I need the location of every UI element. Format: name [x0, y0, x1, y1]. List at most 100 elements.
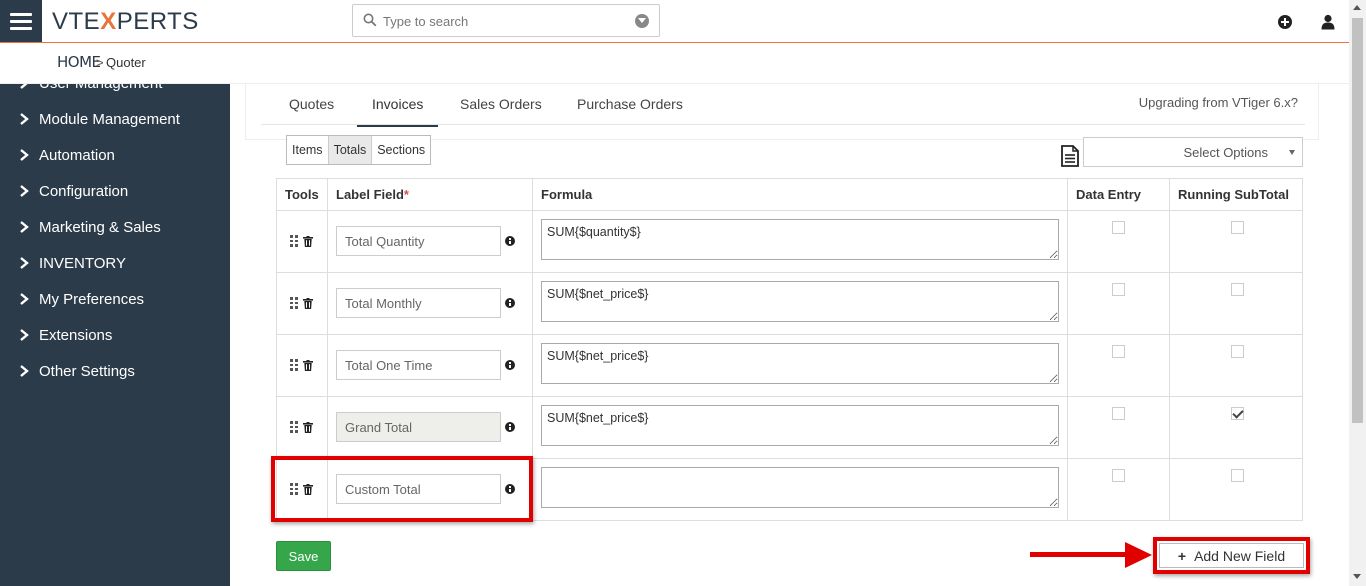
- search-dropdown-icon[interactable]: [635, 14, 649, 28]
- chevron-right-icon: [20, 329, 29, 341]
- formula-cell: SUM{$net_price$}: [532, 334, 1068, 397]
- sidebar-item-my-preferences[interactable]: My Preferences: [0, 282, 230, 318]
- data-entry-cell: [1067, 458, 1170, 521]
- search-box[interactable]: [352, 4, 660, 37]
- drag-handle-icon[interactable]: [290, 297, 298, 309]
- totals-table: Tools Label Field* Formula Data Entry Ru…: [276, 178, 1303, 521]
- trash-icon[interactable]: [303, 359, 313, 371]
- formula-cell: SUM{$net_price$}: [532, 272, 1068, 335]
- add-new-field-button[interactable]: + Add New Field: [1159, 543, 1304, 568]
- scroll-up-icon[interactable]: [1353, 5, 1361, 10]
- sidebar-item-extensions[interactable]: Extensions: [0, 318, 230, 354]
- sidebar-item-inventory[interactable]: INVENTORY: [0, 246, 230, 282]
- sidebar-item-other-settings[interactable]: Other Settings: [0, 354, 230, 390]
- tools-cell: [276, 334, 328, 397]
- highlight-add-field-box: + Add New Field: [1153, 537, 1310, 574]
- running-subtotal-cell: [1169, 210, 1303, 273]
- label-field-input[interactable]: [336, 350, 501, 380]
- save-button[interactable]: Save: [276, 541, 331, 571]
- label-field-input[interactable]: [336, 474, 501, 504]
- sidebar-item-label: Automation: [39, 147, 115, 164]
- label-cell: [327, 458, 533, 521]
- info-icon[interactable]: [505, 422, 515, 432]
- chevron-right-icon: [20, 293, 29, 305]
- page-scrollbar[interactable]: [1349, 0, 1366, 586]
- breadcrumb-separator: >: [96, 55, 104, 70]
- data-entry-checkbox[interactable]: [1112, 407, 1125, 420]
- label-cell: [327, 334, 533, 397]
- user-icon[interactable]: [1321, 14, 1335, 30]
- tools-cell: [276, 210, 328, 273]
- breadcrumb-current: Quoter: [106, 55, 146, 70]
- annotation-arrow: [1030, 552, 1135, 557]
- chevron-right-icon: [20, 84, 28, 89]
- running-subtotal-checkbox[interactable]: [1231, 283, 1244, 296]
- tab-purchase-orders[interactable]: Purchase Orders: [577, 96, 683, 124]
- running-subtotal-checkbox[interactable]: [1231, 221, 1244, 234]
- quick-create-icon[interactable]: [1278, 15, 1292, 29]
- info-icon[interactable]: [505, 298, 515, 308]
- logo[interactable]: VTEXPERTS: [52, 8, 199, 36]
- label-field-input[interactable]: [336, 226, 501, 256]
- drag-handle-icon[interactable]: [290, 235, 298, 247]
- subtab-totals[interactable]: Totals: [328, 136, 373, 164]
- plus-icon: +: [1177, 547, 1187, 564]
- trash-icon[interactable]: [303, 235, 313, 247]
- upgrade-link[interactable]: Upgrading from VTiger 6.x?: [1139, 95, 1298, 110]
- drag-handle-icon[interactable]: [290, 359, 298, 371]
- header-running-subtotal: Running SubTotal: [1169, 178, 1303, 211]
- subtab-items[interactable]: Items: [287, 136, 329, 164]
- info-icon[interactable]: [505, 236, 515, 246]
- running-subtotal-checkbox[interactable]: [1231, 469, 1244, 482]
- running-subtotal-checkbox[interactable]: [1231, 345, 1244, 358]
- running-subtotal-cell: [1169, 272, 1303, 335]
- data-entry-checkbox[interactable]: [1112, 221, 1125, 234]
- menu-icon[interactable]: [0, 0, 42, 42]
- drag-handle-icon[interactable]: [290, 483, 298, 495]
- select-options-dropdown[interactable]: Select Options: [1083, 137, 1303, 167]
- table-row: SUM{$net_price$}: [276, 272, 1303, 335]
- scroll-down-icon[interactable]: [1353, 574, 1361, 579]
- tab-invoices[interactable]: Invoices: [357, 96, 439, 127]
- sidebar-item-label: User Management: [39, 84, 162, 92]
- table-row: SUM{$net_price$}: [276, 396, 1303, 459]
- trash-icon[interactable]: [303, 483, 313, 495]
- data-entry-checkbox[interactable]: [1112, 345, 1125, 358]
- formula-textarea[interactable]: SUM{$net_price$}: [541, 343, 1059, 384]
- info-icon[interactable]: [505, 360, 515, 370]
- drag-handle-icon[interactable]: [290, 421, 298, 433]
- tools-cell: [276, 458, 328, 521]
- tab-divider: [261, 124, 1305, 125]
- sidebar-item-module-management[interactable]: Module Management: [0, 102, 230, 138]
- data-entry-cell: [1067, 272, 1170, 335]
- formula-textarea[interactable]: SUM{$net_price$}: [541, 281, 1059, 322]
- header-tools: Tools: [276, 178, 328, 211]
- chevron-right-icon: [20, 365, 29, 377]
- data-entry-checkbox[interactable]: [1112, 469, 1125, 482]
- formula-textarea[interactable]: SUM{$quantity$}: [541, 219, 1059, 260]
- top-bar: VTEXPERTS: [0, 0, 1349, 43]
- sidebar-item-configuration[interactable]: Configuration: [0, 174, 230, 210]
- header-data-entry: Data Entry: [1067, 178, 1170, 211]
- scrollbar-thumb[interactable]: [1352, 18, 1363, 423]
- data-entry-checkbox[interactable]: [1112, 283, 1125, 296]
- sidebar-item-marketing-sales[interactable]: Marketing & Sales: [0, 210, 230, 246]
- trash-icon[interactable]: [303, 297, 313, 309]
- formula-textarea[interactable]: [541, 467, 1059, 508]
- label-field-input[interactable]: [336, 288, 501, 318]
- sidebar-item-label: Module Management: [39, 111, 180, 128]
- chevron-right-icon: [20, 257, 29, 269]
- sidebar-item-automation[interactable]: Automation: [0, 138, 230, 174]
- document-icon[interactable]: [1059, 144, 1081, 168]
- info-icon[interactable]: [505, 484, 515, 494]
- tab-quotes[interactable]: Quotes: [289, 96, 334, 124]
- tab-sales-orders[interactable]: Sales Orders: [460, 96, 542, 124]
- breadcrumb-home[interactable]: HOME: [57, 53, 101, 71]
- sidebar-item-user-management[interactable]: User Management: [0, 84, 230, 102]
- subtab-sections[interactable]: Sections: [372, 136, 430, 164]
- trash-icon[interactable]: [303, 421, 313, 433]
- running-subtotal-checkbox[interactable]: [1231, 407, 1244, 420]
- search-input[interactable]: [383, 11, 623, 31]
- formula-textarea[interactable]: SUM{$net_price$}: [541, 405, 1059, 446]
- chevron-right-icon: [20, 113, 29, 125]
